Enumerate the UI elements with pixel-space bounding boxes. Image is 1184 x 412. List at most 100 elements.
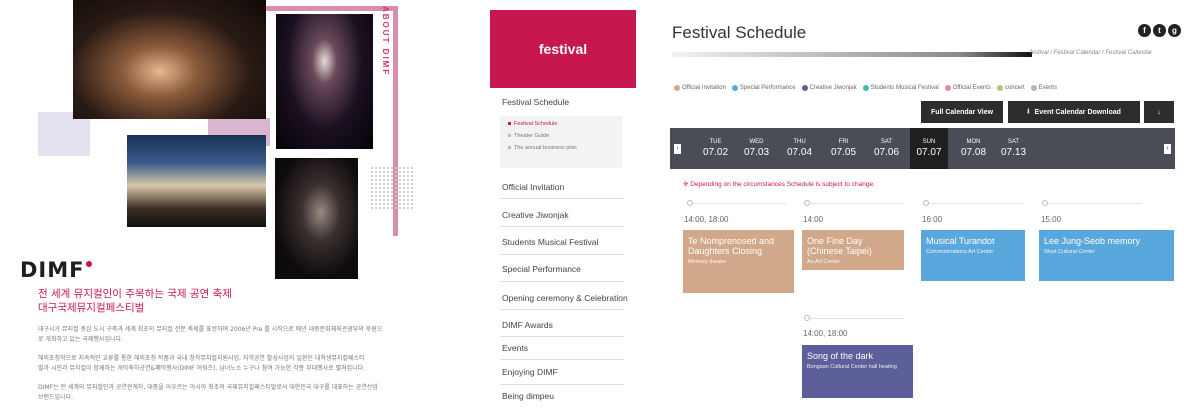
legend-item: Special Performance [731,85,796,91]
promo-paragraph: 로 개최하고 있는 국제행사입니다. [38,336,123,343]
legend-item: Events [1030,85,1057,91]
date-tab[interactable]: SAT 07.06 [870,128,903,169]
date-bar: ‹ TUE 07.02 WED 07.03 THU 07.04 FRI 07.05 SA… [670,128,1175,169]
date-tab[interactable]: SAT 07.13 [997,128,1030,169]
photo-singer [276,14,373,149]
timeline-line [804,203,904,204]
event-time: 16:00 [922,215,943,224]
sidebar-header: festival [490,10,636,88]
timeline-dot [923,200,929,206]
sidebar-item-creative-jiwonjak[interactable]: Creative Jiwonjak [502,210,569,220]
date-tab[interactable]: MON 07.08 [957,128,990,169]
page-title: Festival Schedule [672,23,807,42]
divider [500,198,624,199]
photo-awards-stage [127,135,266,227]
divider [500,336,624,337]
promo-paragraph: 브랜드입니다. [38,394,74,401]
event-time: 14:00 [803,215,824,224]
promo-panel: ABOUT DIMF DIMF 전 세계 뮤지컬인이 주목하는 국제 공연 축제… [0,0,462,412]
date-tab[interactable]: THU 07.04 [783,128,816,169]
sidebar-item-students-musical-festival[interactable]: Students Musical Festival [502,237,598,247]
date-tab[interactable]: FRI 07.05 [827,128,860,169]
promo-title-line2: 대구국제뮤지컬페스티벌 [38,302,145,314]
timeline-line [804,318,904,319]
legend-item: concert [996,85,1025,91]
event-card[interactable]: One Fine Day (Chinese Taipei) Au Art Cen… [802,230,904,270]
legend-swatch [862,85,869,91]
divider [500,254,624,255]
timeline-dot [804,200,810,206]
event-card[interactable]: Lee Jung-Seob memory West Cultural Cente… [1039,230,1174,281]
photo-dancer [275,158,358,279]
divider [500,281,624,282]
date-tab[interactable]: TUE 07.02 [699,128,732,169]
legend-swatch [996,85,1003,91]
sidebar-item-events[interactable]: Events [502,343,528,353]
full-calendar-button[interactable]: Full Calendar View [921,101,1003,123]
promo-title: 전 세계 뮤지컬인이 주목하는 국제 공연 축제 대구국제뮤지컬페스티벌 [38,287,232,315]
sidebar-item-official-invitation[interactable]: Official Invitation [502,182,564,192]
legend-swatch [674,85,680,91]
event-card[interactable]: Musical Turandot Communications Art Cent… [921,230,1025,281]
submenu-item-theater-guide[interactable]: Theater Guide [508,133,549,139]
breadcrumb[interactable]: festival / Festival Calendar / Festival … [1030,50,1152,56]
photo-stage-cast [73,0,266,119]
submenu-item-festival-schedule[interactable]: Festival Schedule [508,121,557,127]
decor-dot-pattern [370,166,414,210]
blog-icon[interactable]: g [1168,24,1181,37]
legend-swatch [1030,85,1037,91]
sidebar-nav: festival Festival Schedule Festival Sche… [490,10,638,412]
download-icon: ⭳ [1027,107,1030,115]
main-content: Festival Schedule f t g festival / Festi… [650,0,1184,412]
event-card[interactable]: Song of the dark Bongsan Cultural Center… [802,345,913,398]
divider [500,384,624,385]
schedule-notice: ※ Depending on the circumstances Schedul… [683,181,875,188]
dimf-logo: DIMF [20,258,92,282]
bullet-icon [508,134,511,138]
bullet-icon [508,122,511,126]
event-time: 14:00, 18:00 [684,215,729,224]
timeline-dot [1042,200,1048,206]
legend-swatch [801,85,808,91]
calendar-download-button[interactable]: ⭳ Event Calendar Download [1008,101,1140,123]
twitter-icon[interactable]: t [1153,24,1166,37]
sidebar-item-enjoying-dimf[interactable]: Enjoying DIMF [502,367,558,377]
category-legend: Official Invitation Special Performance … [674,85,1057,91]
divider [500,359,624,360]
sidebar-item-being-dimpeu[interactable]: Being dimpeu [502,391,554,401]
download-extra-button[interactable]: ↓ [1144,101,1174,123]
timeline-line [687,203,787,204]
chevron-left-icon[interactable]: ‹ [674,144,681,154]
submenu-item-annual-plan[interactable]: The annual business plan [508,145,577,151]
title-underline [672,52,1032,57]
sidebar-item-opening-ceremony[interactable]: Opening ceremony & Celebration [502,293,628,303]
timeline-line [923,203,1023,204]
sidebar-item-festival-schedule[interactable]: Festival Schedule [502,97,569,107]
date-tab-selected[interactable]: SUN 07.07 [910,128,948,169]
event-time: 14:00, 18:00 [803,329,848,338]
chevron-right-icon[interactable]: › [1164,144,1171,154]
divider [500,309,624,310]
sidebar-item-special-performance[interactable]: Special Performance [502,264,581,274]
timeline-line [1042,203,1142,204]
event-card[interactable]: Te Nomprenosed and Daughters Closing Mem… [683,230,794,293]
facebook-icon[interactable]: f [1138,24,1151,37]
promo-paragraph: 대구시가 뮤지컬 중심 도시 구축과 세계 최초의 뮤지컬 전문 축제를 표방하… [38,326,383,333]
date-tab[interactable]: WED 07.03 [740,128,773,169]
legend-swatch [731,85,738,91]
legend-item: Creative Jiwonjak [801,85,857,91]
legend-item: Students Musical Festival [862,85,939,91]
event-time: 15:00 [1041,215,1062,224]
timeline-dot [687,200,693,206]
legend-item: Official Invitation [674,85,726,91]
bullet-icon [508,146,511,150]
divider [500,226,624,227]
about-dimf-label: ABOUT DIMF [381,6,390,77]
timeline-dot [804,315,810,321]
promo-paragraph: 벌과 시민과 뮤지컬이 함께하는 개막축하공연&폐막행사(DIMF 어워즈), … [38,365,366,372]
promo-paragraph: DIMF는 전 세계의 뮤지컬인과 공연관계자, 대중을 아우르는 아시아 최초… [38,384,378,391]
sidebar-item-dimf-awards[interactable]: DIMF Awards [502,320,553,330]
promo-title-line1: 전 세계 뮤지컬인이 주목하는 국제 공연 축제 [38,288,232,300]
promo-paragraph: 해외초청작으로 지속적인 교류를 통한 해외초청 작품과 국내 창작뮤지컬지원사… [38,355,365,362]
legend-item: Official Events [944,85,991,91]
